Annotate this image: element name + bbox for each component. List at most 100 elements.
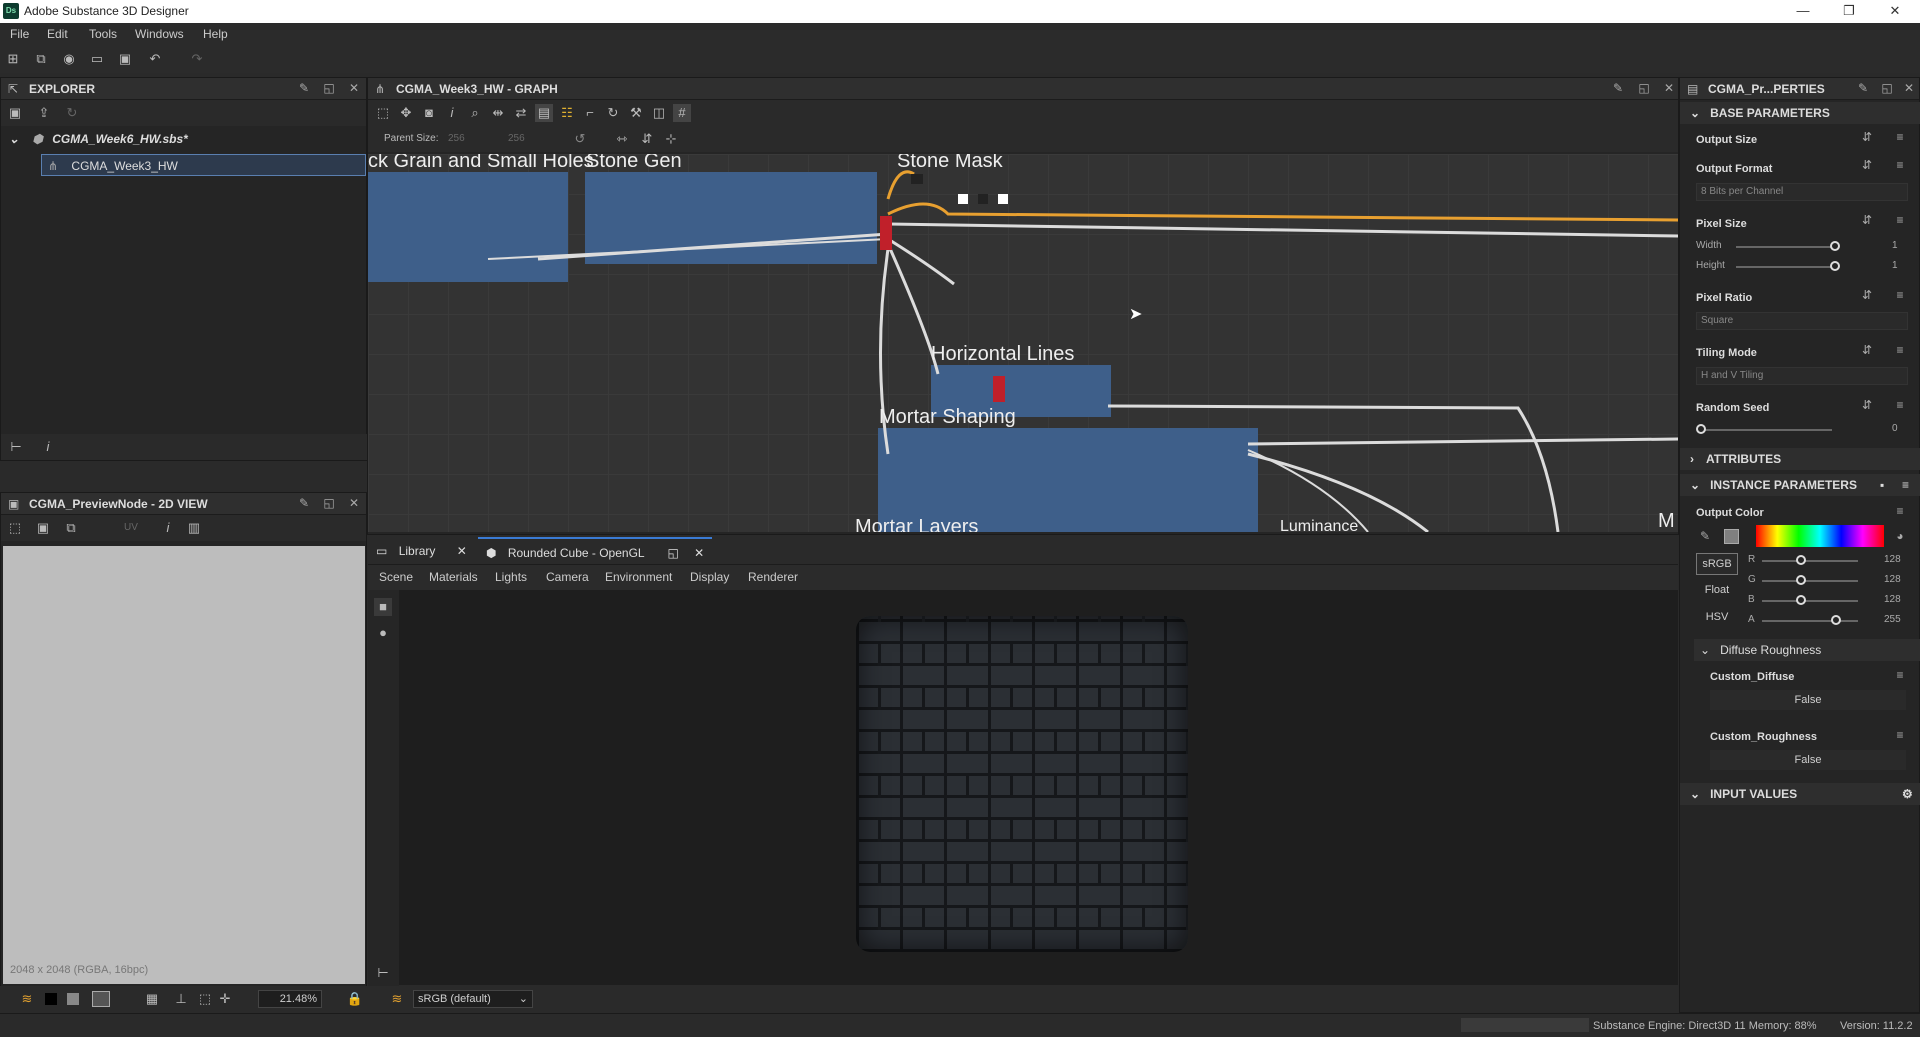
reset-icon[interactable]: ↺	[571, 130, 589, 148]
open-folder-icon[interactable]: ▭	[88, 50, 106, 68]
menu-display[interactable]: Display	[690, 570, 729, 584]
menu-icon[interactable]: ≡	[1893, 504, 1907, 518]
minimize-button[interactable]: —	[1780, 0, 1826, 23]
info-icon[interactable]: i	[443, 104, 461, 122]
pivot-icon[interactable]: ⊥	[172, 990, 190, 1008]
display-icon[interactable]	[92, 991, 110, 1007]
g-value[interactable]: 128	[1884, 574, 1901, 585]
menu-file[interactable]: File	[10, 27, 29, 41]
menu-edit[interactable]: Edit	[47, 27, 68, 41]
width-slider[interactable]	[1736, 246, 1836, 248]
menu-icon[interactable]: ≡	[1893, 213, 1907, 227]
tab-rounded-cube[interactable]: ⬢ Rounded Cube - OpenGL ◱ ✕	[478, 537, 713, 565]
menu-environment[interactable]: Environment	[605, 570, 672, 584]
black-bg-icon[interactable]	[45, 993, 57, 1005]
checker-icon[interactable]	[67, 993, 79, 1005]
graph-row[interactable]: ⋔ CGMA_Week3_HW	[41, 154, 366, 176]
uv-label[interactable]: UV	[124, 522, 138, 533]
width-value[interactable]: 1	[1892, 240, 1898, 251]
save-icon[interactable]: ▣	[34, 519, 52, 537]
tab-library[interactable]: ▭ Library ✕	[376, 537, 467, 565]
save-icon[interactable]: ▣	[116, 50, 134, 68]
r-slider[interactable]	[1762, 560, 1858, 562]
b-slider[interactable]	[1762, 600, 1858, 602]
menu-icon[interactable]: ≡	[1893, 158, 1907, 172]
link-icon[interactable]: ⇵	[1860, 398, 1874, 412]
chevron-down-icon[interactable]: ⌄	[9, 132, 19, 146]
r-value[interactable]: 128	[1884, 554, 1901, 565]
distribute-icon[interactable]: ⇿	[613, 130, 631, 148]
menu-icon[interactable]: ≡	[1893, 398, 1907, 412]
colorspace-select[interactable]: sRGB (default) ⌄	[413, 990, 533, 1008]
move-icon[interactable]: ✥	[397, 104, 415, 122]
close-icon[interactable]: ✕	[457, 544, 467, 558]
eyedropper-icon[interactable]: ✎	[1698, 529, 1712, 543]
pin-icon[interactable]: ✎	[1856, 81, 1870, 95]
section-instance-parameters[interactable]: ⌄ INSTANCE PARAMETERS ▪ ≡	[1680, 474, 1920, 496]
connector-icon[interactable]: ⌐	[581, 104, 599, 122]
refresh-icon[interactable]: ↻	[63, 104, 81, 122]
float-button[interactable]: Float	[1696, 580, 1738, 602]
grid-icon[interactable]: ▦	[143, 990, 161, 1008]
layers-icon[interactable]: ≋	[18, 990, 36, 1008]
note-icon[interactable]: ▪	[1880, 474, 1884, 496]
link-icon[interactable]: ⇹	[489, 104, 507, 122]
section-input-values[interactable]: ⌄ INPUT VALUES ⚙	[1680, 783, 1920, 805]
new-package-icon[interactable]: ⧉	[32, 50, 50, 68]
menu-lights[interactable]: Lights	[495, 570, 527, 584]
pin-icon[interactable]: ✎	[297, 496, 311, 510]
float-icon[interactable]: ◱	[322, 496, 336, 510]
random-seed-value[interactable]: 0	[1892, 423, 1898, 434]
section-base-parameters[interactable]: ⌄ BASE PARAMETERS	[1680, 102, 1920, 124]
package-row[interactable]: ⌄ ⬢ CGMA_Week6_HW.sbs*	[9, 128, 188, 150]
menu-materials[interactable]: Materials	[429, 570, 478, 584]
copy-icon[interactable]: ⧉	[62, 519, 80, 537]
layout-icon[interactable]: ▤	[535, 104, 553, 122]
search-icon[interactable]: ⌕	[466, 104, 484, 122]
link-icon[interactable]: ⇵	[1860, 288, 1874, 302]
menu-icon[interactable]: ≡	[1893, 668, 1907, 682]
light-icon[interactable]: ●	[374, 624, 392, 642]
nodes-icon[interactable]: ☷	[558, 104, 576, 122]
width-slider-knob[interactable]	[1830, 241, 1840, 251]
menu-icon[interactable]: ≡	[1902, 474, 1909, 496]
new-graph-icon[interactable]: ⊞	[4, 50, 22, 68]
close-icon[interactable]: ✕	[1902, 81, 1916, 95]
frame-all-icon[interactable]: ⬚	[374, 104, 392, 122]
substance-icon[interactable]: ◉	[60, 50, 78, 68]
center-icon[interactable]: ✛	[216, 990, 234, 1008]
link-icon[interactable]: ⇵	[1860, 343, 1874, 357]
float-icon[interactable]: ◱	[322, 81, 336, 95]
tiling-mode-select[interactable]: H and V Tiling	[1696, 367, 1908, 385]
float-icon[interactable]: ◱	[667, 546, 678, 560]
close-icon[interactable]: ✕	[694, 546, 704, 560]
pin-icon[interactable]: ✎	[1611, 81, 1625, 95]
r-knob[interactable]	[1796, 555, 1806, 565]
close-icon[interactable]: ✕	[1662, 81, 1676, 95]
height-value[interactable]: 1	[1892, 260, 1898, 271]
info-icon[interactable]: i	[39, 438, 57, 456]
close-icon[interactable]: ✕	[347, 496, 361, 510]
b-knob[interactable]	[1796, 595, 1806, 605]
parent-size-a[interactable]: 256	[448, 133, 465, 144]
save-icon[interactable]: ▣	[6, 104, 24, 122]
menu-icon[interactable]: ≡	[1893, 130, 1907, 144]
menu-windows[interactable]: Windows	[135, 27, 184, 41]
frame-grain[interactable]	[368, 172, 568, 282]
redo-icon[interactable]: ↷	[188, 50, 206, 68]
random-seed-knob[interactable]	[1696, 424, 1706, 434]
hsv-button[interactable]: HSV	[1696, 607, 1738, 629]
pixel-ratio-select[interactable]: Square	[1696, 312, 1908, 330]
graph-canvas[interactable]: ck Grain and Small Holes Stone Gen Stone…	[368, 154, 1678, 532]
close-window-button[interactable]: ✕	[1872, 0, 1918, 23]
menu-tools[interactable]: Tools	[89, 27, 117, 41]
vertical-align-icon[interactable]: ⇵	[638, 130, 656, 148]
close-icon[interactable]: ✕	[347, 81, 361, 95]
height-slider[interactable]	[1736, 266, 1836, 268]
preview-2d-canvas[interactable]: 2048 x 2048 (RGBA, 16bpc)	[3, 546, 365, 984]
layers-icon[interactable]: ≋	[388, 990, 406, 1008]
snapshot-icon[interactable]: ◫	[650, 104, 668, 122]
custom-diffuse-toggle[interactable]: False	[1710, 690, 1906, 710]
menu-icon[interactable]: ≡	[1893, 288, 1907, 302]
tree-icon[interactable]: ⊢	[374, 964, 392, 982]
